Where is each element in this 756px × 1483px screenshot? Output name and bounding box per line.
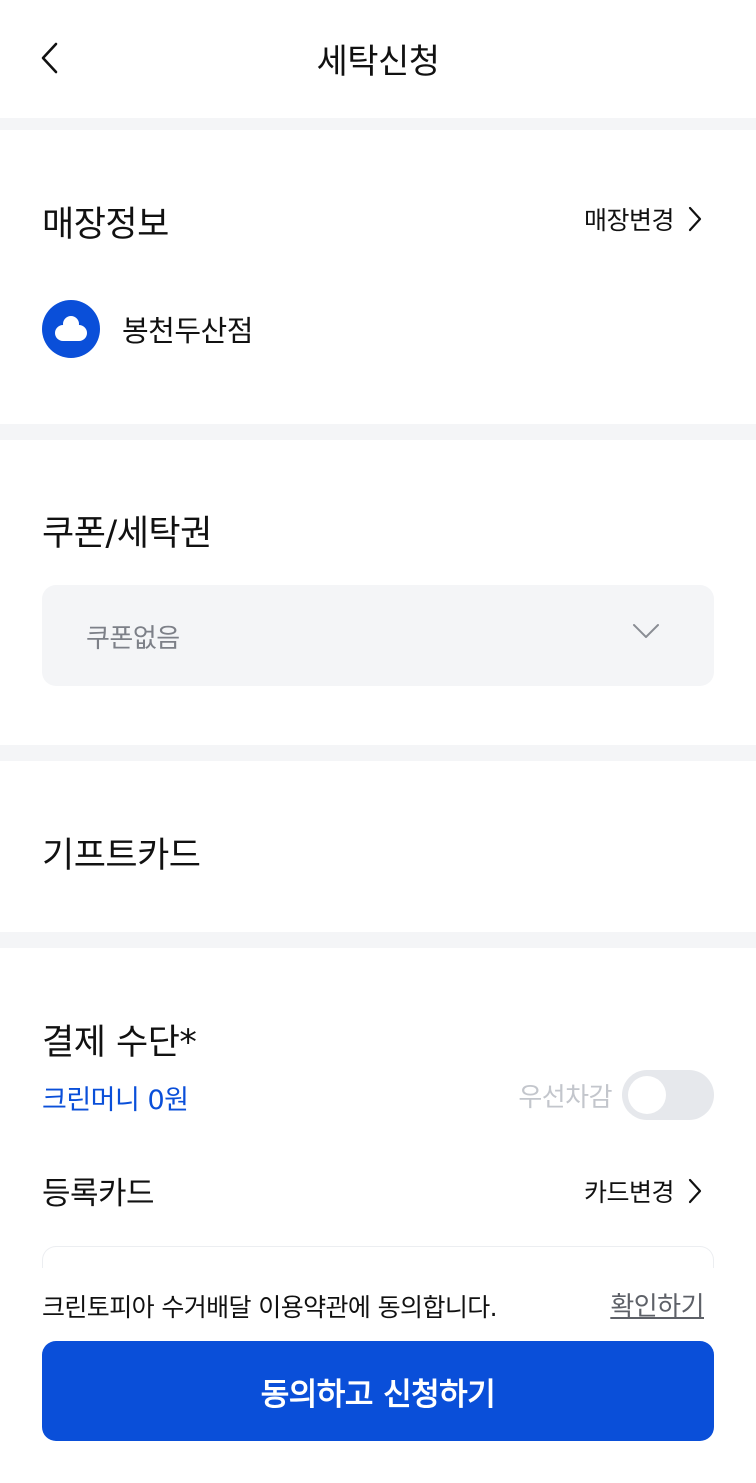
section-divider <box>0 745 756 761</box>
coupon-selected-value: 쿠폰없음 <box>86 624 180 654</box>
priority-deduct-label: 우선차감 <box>518 1082 612 1113</box>
chevron-right-icon <box>688 1178 702 1204</box>
section-divider <box>0 118 756 130</box>
change-store-button[interactable]: 매장변경 <box>584 201 702 237</box>
registered-card-label: 등록카드 <box>42 1176 155 1212</box>
terms-view-link[interactable]: 확인하기 <box>610 1286 704 1323</box>
bottom-bar: 크린토피아 수거배달 이용약관에 동의합니다. 확인하기 동의하고 신청하기 <box>0 1268 756 1483</box>
store-section-title: 매장정보 <box>42 205 169 245</box>
priority-deduct-row: 우선차감 <box>518 1070 714 1120</box>
change-card-label: 카드변경 <box>583 1178 675 1207</box>
terms-agreement-text: 크린토피아 수거배달 이용약관에 동의합니다. <box>42 1293 498 1322</box>
chevron-right-icon <box>688 206 702 232</box>
cleanmoney-balance: 크린머니 0원 <box>42 1085 189 1116</box>
submit-button-label: 동의하고 신청하기 <box>260 1376 496 1413</box>
section-divider <box>0 932 756 948</box>
section-divider <box>0 424 756 440</box>
agree-and-submit-button[interactable]: 동의하고 신청하기 <box>42 1341 714 1441</box>
priority-deduct-toggle[interactable] <box>622 1070 714 1120</box>
store-logo-icon <box>42 300 100 358</box>
store-row: 봉천두산점 <box>42 300 253 358</box>
payment-section-title: 결제 수단* <box>42 1023 197 1063</box>
coupon-select[interactable]: 쿠폰없음 <box>42 585 714 686</box>
giftcard-section-title: 기프트카드 <box>42 836 201 876</box>
store-name: 봉천두산점 <box>122 314 253 348</box>
app-header: 세탁신청 <box>0 0 756 118</box>
toggle-knob <box>628 1076 666 1114</box>
change-store-label: 매장변경 <box>583 206 675 235</box>
change-card-button[interactable]: 카드변경 <box>584 1173 702 1209</box>
chevron-down-icon <box>633 624 659 638</box>
page-title: 세탁신청 <box>316 42 440 82</box>
coupon-section-title: 쿠폰/세탁권 <box>42 514 212 554</box>
